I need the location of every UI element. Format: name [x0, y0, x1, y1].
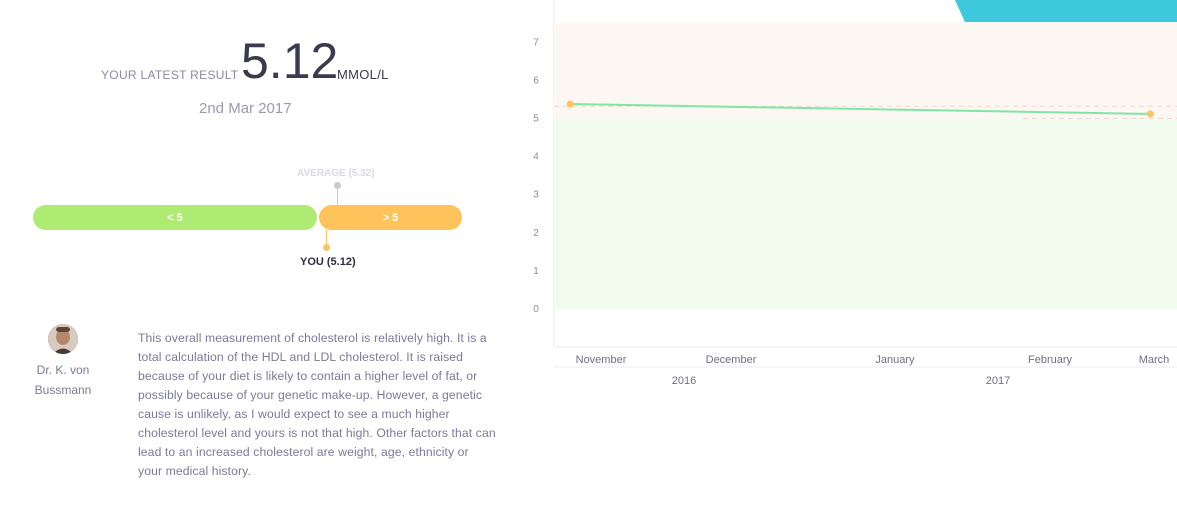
doctor-name-line1: Dr. K. von: [36, 363, 90, 377]
doctor-commentary: This overall measurement of cholesterol …: [138, 331, 496, 478]
average-marker-line: [337, 185, 338, 205]
result-label: YOUR LATEST RESULT: [101, 68, 239, 82]
chart-band-normal: [554, 118, 1177, 309]
x-year-label: 2017: [986, 375, 1010, 387]
you-marker-dot: [323, 244, 330, 251]
y-tick-label: 5: [533, 114, 539, 125]
x-tick-label: February: [1028, 354, 1073, 366]
y-tick-label: 2: [533, 228, 539, 239]
you-label: YOU (5.12): [300, 256, 356, 268]
x-tick-label: March: [1139, 354, 1170, 366]
y-tick-label: 3: [533, 190, 539, 201]
doctor-avatar: [48, 324, 78, 354]
doctor-avatar-icon: [48, 324, 78, 354]
cholesterol-chart: 0 1 2 3 4 5 6 7 November December January February M…: [518, 0, 1177, 400]
range-high-label: > 5: [382, 211, 399, 224]
y-tick-label: 1: [533, 266, 539, 277]
range-segment-low: < 5: [33, 205, 317, 230]
range-bar: < 5 > 5: [33, 205, 463, 230]
latest-result-header: YOUR LATEST RESULT 5.12 MMOL/L: [101, 34, 521, 90]
doctor-name: Dr. K. von Bussmann: [25, 360, 101, 400]
chart-data-point: [1146, 110, 1154, 118]
doctor-name-line2: Bussmann: [34, 383, 92, 397]
result-date: 2nd Mar 2017: [199, 100, 292, 117]
range-segment-high: > 5: [319, 205, 462, 230]
chart-svg: 0 1 2 3 4 5 6 7 November December January February M…: [533, 0, 1177, 387]
doctor-card: Dr. K. von Bussmann: [25, 324, 101, 400]
y-tick-label: 0: [533, 304, 539, 315]
chart-data-point: [566, 100, 574, 108]
y-tick-label: 6: [533, 75, 539, 86]
chart-accent-shape: [955, 0, 1177, 22]
x-tick-label: January: [875, 354, 915, 366]
result-value: 5.12: [241, 33, 339, 89]
y-tick-label: 7: [533, 37, 539, 48]
chart-band-high: [554, 23, 1177, 119]
average-label: AVERAGE (5.32): [297, 168, 375, 179]
y-tick-label: 4: [533, 152, 539, 163]
result-unit: MMOL/L: [337, 67, 389, 82]
x-tick-label: November: [576, 354, 627, 366]
range-low-label: < 5: [167, 211, 183, 224]
x-tick-label: December: [706, 354, 757, 366]
x-year-label: 2016: [672, 375, 696, 387]
